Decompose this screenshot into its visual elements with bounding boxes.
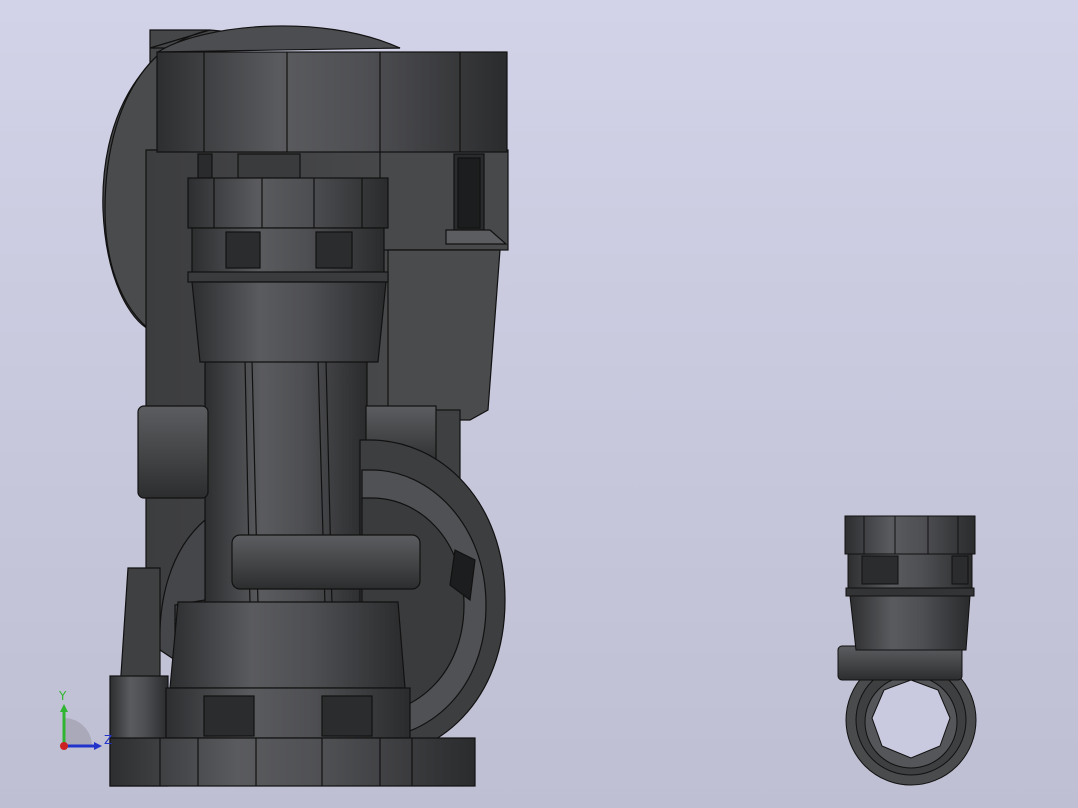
- large-assembly[interactable]: [102, 25, 509, 787]
- mid-collar: [191, 227, 385, 275]
- left-lower-block: [119, 567, 161, 691]
- x-axis-dot: [60, 742, 68, 750]
- tapered-sleeve: [191, 281, 387, 363]
- slot: [197, 153, 213, 179]
- slot: [237, 153, 301, 179]
- right-window-inner: [457, 157, 481, 229]
- small-cross-pin: [837, 645, 963, 681]
- lower-sleeve: [169, 601, 406, 689]
- collar-window: [225, 231, 261, 269]
- small-sleeve: [849, 595, 971, 651]
- z-axis-label: Z: [104, 733, 112, 747]
- mid-hex-nut: [187, 177, 389, 229]
- triad-shade: [64, 718, 92, 746]
- right-tapered-body: [387, 249, 501, 421]
- lower-collar-window: [321, 695, 373, 737]
- small-assembly[interactable]: [837, 515, 977, 786]
- lower-collar-window: [203, 695, 255, 737]
- bottom-hex-nut: [109, 737, 476, 787]
- y-axis-head: [60, 704, 68, 712]
- small-collar-window: [951, 555, 969, 585]
- small-ring-bore: [871, 679, 951, 759]
- top-hex-nut: [156, 51, 508, 153]
- lower-collar: [165, 687, 411, 739]
- collar-ring: [187, 271, 389, 283]
- small-collar-window: [861, 555, 899, 585]
- orientation-triad[interactable]: Y Z: [58, 689, 112, 750]
- 3d-viewport[interactable]: Y Z: [0, 0, 1078, 808]
- small-collar-ring: [845, 587, 975, 597]
- cross-pin: [231, 534, 421, 590]
- model-canvas[interactable]: Y Z: [0, 0, 1078, 808]
- collar-window: [315, 231, 353, 269]
- z-axis-head: [94, 742, 102, 750]
- y-axis-label: Y: [58, 689, 67, 703]
- left-side-pin: [137, 405, 209, 499]
